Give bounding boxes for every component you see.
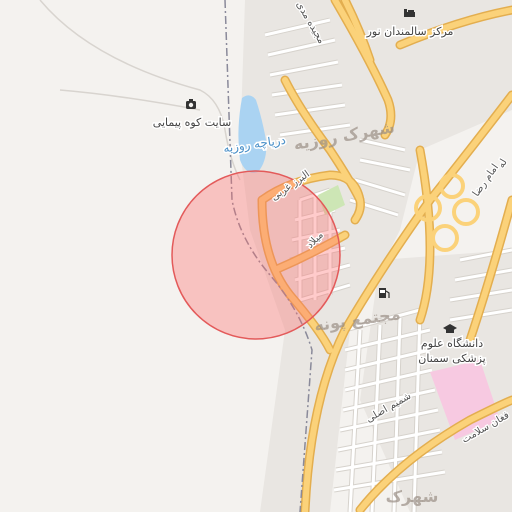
poi-label-university-line2: پزشکی سمنان xyxy=(418,352,485,365)
poi-label-elderly-center: مرکز سالمندان نور xyxy=(366,25,454,38)
map-canvas[interactable]: دریاچه روزیه شهرک روزیه مجتمع پونه شهرک … xyxy=(0,0,512,512)
bed-icon xyxy=(404,9,415,17)
poi-label-university-line1: دانشگاه علوم xyxy=(421,337,483,350)
highlight-circle xyxy=(172,171,340,339)
district-label-bottom: شهرک xyxy=(386,487,439,506)
map-svg: دریاچه روزیه شهرک روزیه مجتمع پونه شهرک … xyxy=(0,0,512,512)
poi-label-koh-peymaei: سایت کوه پیمایی xyxy=(153,116,231,129)
